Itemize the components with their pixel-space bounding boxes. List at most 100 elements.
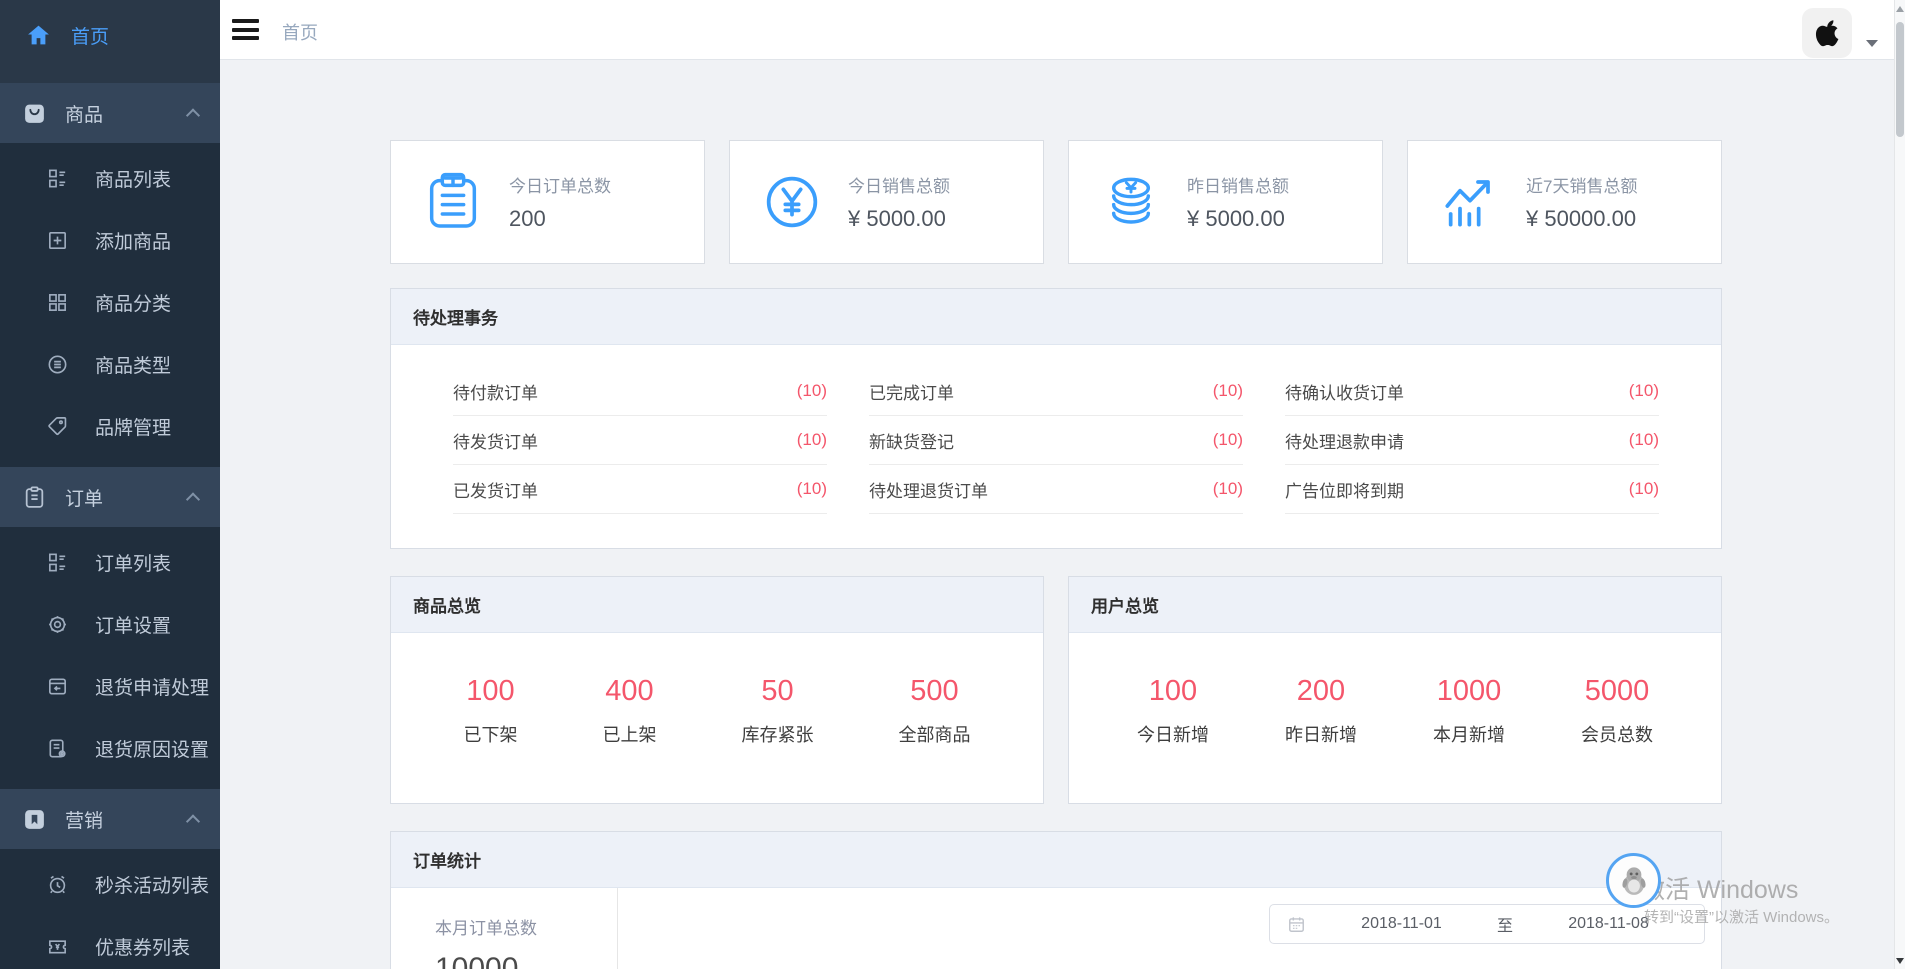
sidebar-item-home[interactable]: 首页	[0, 0, 220, 70]
return-box-icon	[46, 675, 69, 698]
ticket-icon	[46, 935, 69, 958]
sidebar-group-products[interactable]: 商品	[0, 83, 220, 143]
stat-value: 500	[899, 675, 971, 708]
card-today-orders: 今日订单总数 200	[390, 140, 705, 264]
stat-value: 1000	[1433, 675, 1505, 708]
stat-value: 400	[603, 675, 657, 708]
clipboard-list-icon	[421, 170, 485, 234]
stat-label: 全部商品	[899, 721, 971, 747]
sidebar-item-order-settings[interactable]: 订单设置	[0, 593, 220, 655]
sidebar-item-product-type[interactable]: 商品类型	[0, 333, 220, 395]
todo-panel-header: 待处理事务	[391, 289, 1721, 345]
stat-all-products[interactable]: 500 全部商品	[899, 675, 971, 747]
product-overview-panel: 商品总览 100已下架 400已上架 50库存紧张 500全部商品	[390, 576, 1044, 804]
sidebar-item-label: 商品列表	[95, 165, 171, 192]
todo-list: 待付款订单(10) 已完成订单(10) 待确认收货订单(10) 待发货订单(10…	[391, 345, 1721, 514]
todo-item[interactable]: 已发货订单 (10)	[453, 465, 827, 514]
qq-penguin-icon[interactable]	[1606, 853, 1661, 908]
todo-label: 广告位即将到期	[1285, 477, 1404, 502]
stat-new-yesterday[interactable]: 200昨日新增	[1285, 675, 1357, 747]
stat-new-today[interactable]: 100今日新增	[1137, 675, 1209, 747]
todo-label: 已发货订单	[453, 477, 538, 502]
sidebar-group-label: 商品	[65, 100, 103, 127]
card-value: 200	[509, 206, 611, 232]
sidebar-home-label: 首页	[71, 22, 109, 49]
todo-count: (10)	[1629, 430, 1659, 450]
todo-count: (10)	[1213, 479, 1243, 499]
list-icon	[46, 167, 69, 190]
sidebar-group-orders[interactable]: 订单	[0, 467, 220, 527]
hamburger-icon[interactable]	[232, 19, 259, 40]
panel-title: 待处理事务	[413, 304, 498, 329]
sidebar-item-product-list[interactable]: 商品列表	[0, 147, 220, 209]
home-icon	[26, 23, 51, 48]
sidebar-item-return-reason[interactable]: 退货原因设置	[0, 717, 220, 779]
date-range-picker[interactable]: 2018-11-01 至 2018-11-08	[1269, 904, 1705, 944]
sidebar-item-label: 订单列表	[95, 549, 171, 576]
todo-count: (10)	[1213, 430, 1243, 450]
scroll-down-arrow-icon[interactable]	[1896, 958, 1904, 964]
todo-item[interactable]: 待付款订单(10)	[453, 367, 827, 416]
stat-value: 100	[1137, 675, 1209, 708]
card-label: 昨日销售总额	[1187, 172, 1289, 197]
sidebar-item-brand-management[interactable]: 品牌管理	[0, 395, 220, 457]
stat-online[interactable]: 400 已上架	[603, 675, 657, 747]
gear-icon	[46, 613, 69, 636]
chevron-up-icon	[186, 492, 200, 506]
todo-item[interactable]: 待处理退货订单 (10)	[869, 465, 1243, 514]
stat-new-month[interactable]: 1000本月新增	[1433, 675, 1505, 747]
todo-item[interactable]: 新缺货登记(10)	[869, 416, 1243, 465]
caret-down-icon[interactable]	[1866, 40, 1878, 47]
card-label: 近7天销售总额	[1526, 172, 1637, 197]
product-overview-body: 100已下架 400 已上架 50库存紧张 500 全部商品	[391, 633, 1043, 747]
date-end-input[interactable]: 2018-11-08	[1513, 915, 1704, 933]
date-start-input[interactable]: 2018-11-01	[1306, 915, 1497, 933]
submenu-products: 商品列表 添加商品 商品分类 商品类型 品牌管理	[0, 143, 220, 467]
todo-count: (10)	[1213, 381, 1243, 401]
calendar-icon	[1287, 915, 1306, 934]
sidebar-item-coupon-list[interactable]: 优惠券列表	[0, 915, 220, 969]
sidebar-group-marketing[interactable]: 营销	[0, 789, 220, 849]
todo-item[interactable]: 待处理退款申请 (10)	[1285, 416, 1659, 465]
add-square-icon	[46, 229, 69, 252]
sidebar-item-label: 优惠券列表	[95, 933, 190, 960]
circle-list-icon	[46, 353, 69, 376]
todo-item[interactable]: 广告位即将到期(10)	[1285, 465, 1659, 514]
stat-low-stock[interactable]: 50库存紧张	[742, 675, 814, 747]
todo-label: 待处理退货订单	[869, 477, 988, 502]
stat-offline[interactable]: 100已下架	[464, 675, 518, 747]
sidebar-item-label: 品牌管理	[95, 413, 171, 440]
sidebar-item-return-request[interactable]: 退货申请处理	[0, 655, 220, 717]
todo-label: 待付款订单	[453, 379, 538, 404]
chevron-up-icon	[186, 814, 200, 828]
sidebar-item-label: 退货申请处理	[95, 673, 209, 700]
sidebar-group-label: 订单	[65, 484, 103, 511]
avatar[interactable]	[1802, 8, 1852, 58]
todo-item[interactable]: 待发货订单(10)	[453, 416, 827, 465]
todo-label: 待发货订单	[453, 428, 538, 453]
panel-title: 订单统计	[413, 847, 481, 872]
todo-label: 待处理退款申请	[1285, 428, 1404, 453]
coin-stack-icon	[1099, 170, 1163, 234]
todo-count: (10)	[797, 479, 827, 499]
sidebar-item-product-category[interactable]: 商品分类	[0, 271, 220, 333]
card-today-sales: 今日销售总额 ¥ 5000.00	[729, 140, 1044, 264]
scrollbar-thumb[interactable]	[1896, 22, 1904, 137]
penguin-glyph	[1617, 864, 1651, 898]
alarm-icon	[46, 873, 69, 896]
sidebar-item-order-list[interactable]: 订单列表	[0, 531, 220, 593]
sidebar-item-label: 退货原因设置	[95, 735, 209, 762]
stat-label: 已上架	[603, 721, 657, 747]
card-value: ¥ 50000.00	[1526, 206, 1637, 232]
todo-item[interactable]: 待确认收货订单(10)	[1285, 367, 1659, 416]
todo-item[interactable]: 已完成订单(10)	[869, 367, 1243, 416]
scroll-up-arrow-icon[interactable]	[1896, 6, 1904, 12]
stat-total-members[interactable]: 5000会员总数	[1581, 675, 1653, 747]
sidebar: 首页 商品 商品列表 添加商品 商品分类 商品类型 品牌管理 订单	[0, 0, 220, 969]
card-label: 今日销售总额	[848, 172, 950, 197]
date-separator: 至	[1497, 912, 1513, 936]
submenu-marketing: 秒杀活动列表 优惠券列表	[0, 849, 220, 969]
sidebar-item-flash-sale-list[interactable]: 秒杀活动列表	[0, 853, 220, 915]
vertical-scrollbar[interactable]	[1894, 0, 1905, 969]
sidebar-item-add-product[interactable]: 添加商品	[0, 209, 220, 271]
